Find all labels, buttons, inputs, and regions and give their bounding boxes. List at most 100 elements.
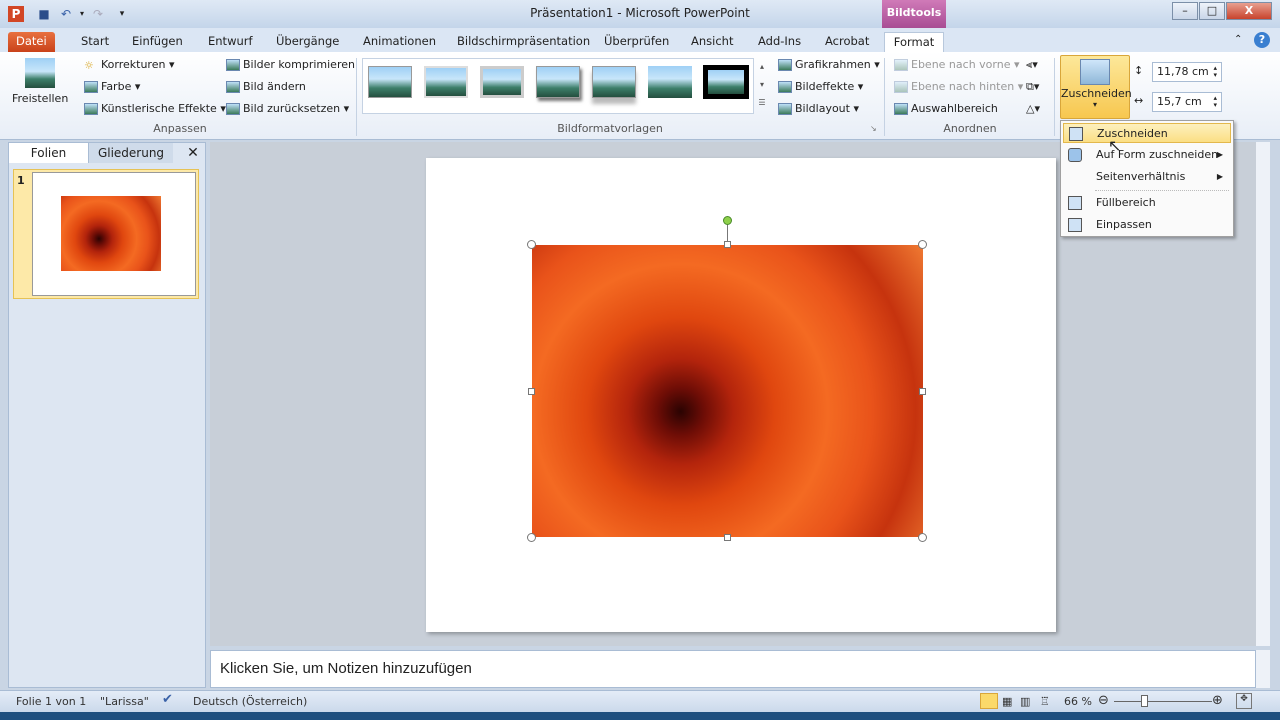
style-thumbnail[interactable]: [480, 66, 524, 98]
slide-counter: Folie 1 von 1: [16, 695, 87, 708]
grafikrahmen-button[interactable]: Grafikrahmen ▾: [778, 58, 880, 71]
fill-icon: [1068, 196, 1082, 210]
menu-item-label: Füllbereich: [1096, 196, 1156, 209]
zoom-in-icon[interactable]: ⊕: [1212, 693, 1223, 708]
artistic-effects-icon: [84, 103, 98, 115]
tab-folien[interactable]: Folien: [9, 143, 89, 163]
resize-handle[interactable]: [528, 388, 535, 395]
style-thumbnail[interactable]: [648, 66, 692, 98]
zoom-slider[interactable]: [1114, 701, 1212, 702]
bildlayout-button[interactable]: Bildlayout ▾: [778, 102, 859, 115]
zoom-level[interactable]: 66 %: [1064, 695, 1092, 708]
help-icon[interactable]: ?: [1254, 32, 1270, 48]
freistellen-button[interactable]: Freistellen: [12, 58, 68, 105]
style-thumbnail[interactable]: [536, 66, 580, 98]
slide-sorter-icon[interactable]: ▦: [1002, 695, 1012, 708]
farbe-button[interactable]: Farbe ▾: [84, 80, 140, 93]
menu-item-auf-form-zuschneiden[interactable]: Auf Form zuschneiden ▶: [1063, 145, 1231, 165]
rotation-handle[interactable]: [723, 216, 732, 225]
bild-zuruecksetzen-button[interactable]: Bild zurücksetzen ▾: [226, 102, 349, 115]
tab-einfuegen[interactable]: Einfügen: [124, 32, 191, 52]
auswahlbereich-button[interactable]: Auswahlbereich: [894, 102, 998, 115]
maximize-button[interactable]: □: [1199, 2, 1225, 20]
tab-animationen[interactable]: Animationen: [355, 32, 444, 52]
zoom-slider-thumb[interactable]: [1141, 695, 1149, 707]
gallery-scroll[interactable]: ▴ ▾ ☰: [756, 58, 768, 114]
dialog-launcher-icon[interactable]: ↘: [870, 124, 877, 133]
slide-number: 1: [17, 174, 25, 187]
zoom-out-icon[interactable]: ⊖: [1098, 693, 1109, 708]
farbe-label: Farbe ▾: [101, 80, 141, 93]
slideshow-icon[interactable]: ♖: [1040, 695, 1050, 708]
minimize-ribbon-icon[interactable]: ⌃: [1234, 34, 1242, 45]
spinner-icon[interactable]: ▴ ▾: [1213, 95, 1217, 109]
tab-acrobat[interactable]: Acrobat: [817, 32, 877, 52]
ebene-nach-hinten-button[interactable]: Ebene nach hinten ▾: [894, 80, 1023, 93]
bild-aendern-button[interactable]: Bild ändern: [226, 80, 306, 93]
zuschneiden-button[interactable]: Zuschneiden ▾: [1060, 55, 1132, 119]
menu-item-zuschneiden[interactable]: Zuschneiden: [1063, 123, 1231, 143]
tab-datei[interactable]: Datei: [8, 32, 55, 52]
kuenstlerische-effekte-label: Künstlerische Effekte ▾: [101, 102, 226, 115]
vertical-scrollbar[interactable]: [1256, 142, 1270, 646]
spellcheck-icon[interactable]: ✔: [162, 692, 173, 707]
tab-bildschirmpraesentation[interactable]: Bildschirmpräsentation: [449, 32, 598, 52]
resize-handle[interactable]: [724, 241, 731, 248]
align-icon[interactable]: ⫷▾: [1026, 58, 1038, 72]
close-button[interactable]: X: [1226, 2, 1272, 20]
menu-item-seitenverhaeltnis[interactable]: Seitenverhältnis ▶: [1063, 167, 1231, 187]
close-pane-icon[interactable]: ✕: [181, 143, 205, 163]
minimize-button[interactable]: –: [1172, 2, 1198, 20]
bilder-komprimieren-button[interactable]: Bilder komprimieren: [226, 58, 355, 71]
style-thumbnail[interactable]: [424, 66, 468, 98]
notes-input[interactable]: Klicken Sie, um Notizen hinzuzufügen: [210, 650, 1256, 688]
tab-entwurf[interactable]: Entwurf: [200, 32, 261, 52]
theme-name[interactable]: "Larissa": [100, 695, 149, 708]
tab-add-ins[interactable]: Add-Ins: [750, 32, 809, 52]
language[interactable]: Deutsch (Österreich): [193, 695, 307, 708]
resize-handle[interactable]: [527, 533, 536, 542]
crop-dropdown-menu: Zuschneiden Auf Form zuschneiden ▶ Seiten…: [1060, 120, 1234, 237]
reset-picture-icon: [226, 103, 240, 115]
reading-view-icon[interactable]: ▥: [1020, 695, 1030, 708]
flower-picture[interactable]: [532, 245, 923, 537]
bildeffekte-button[interactable]: Bildeffekte ▾: [778, 80, 863, 93]
tab-ueberpruefen[interactable]: Überprüfen: [596, 32, 677, 52]
send-backward-icon: [894, 81, 908, 93]
tab-format[interactable]: Format: [884, 32, 944, 52]
menu-item-einpassen[interactable]: Einpassen: [1063, 215, 1231, 235]
ebene-nach-vorne-button[interactable]: Ebene nach vorne ▾: [894, 58, 1020, 71]
style-thumbnail[interactable]: [368, 66, 412, 98]
height-input[interactable]: 11,78 cm ▴ ▾: [1152, 62, 1222, 82]
slide-thumbnail-1[interactable]: 1: [13, 169, 199, 299]
tab-uebergaenge[interactable]: Übergänge: [268, 32, 347, 52]
ebene-nach-vorne-label: Ebene nach vorne ▾: [911, 58, 1020, 71]
tab-ansicht[interactable]: Ansicht: [683, 32, 741, 52]
fit-to-window-icon[interactable]: ✥: [1236, 693, 1252, 709]
resize-handle[interactable]: [724, 534, 731, 541]
width-input[interactable]: 15,7 cm ▴ ▾: [1152, 92, 1222, 112]
submenu-arrow-icon: ▶: [1216, 172, 1223, 181]
resize-handle[interactable]: [918, 240, 927, 249]
window-frame: [0, 712, 1280, 720]
menu-item-label: Einpassen: [1096, 218, 1152, 231]
resize-handle[interactable]: [918, 533, 927, 542]
tab-start[interactable]: Start: [73, 32, 117, 52]
korrekturen-button[interactable]: ☼ Korrekturen ▾: [84, 58, 174, 72]
tab-gliederung[interactable]: Gliederung: [89, 143, 173, 163]
bild-zuruecksetzen-label: Bild zurücksetzen ▾: [243, 102, 350, 115]
spinner-icon[interactable]: ▴ ▾: [1213, 65, 1217, 79]
normal-view-icon[interactable]: [980, 693, 998, 709]
group-icon[interactable]: ⧉▾: [1026, 80, 1039, 94]
resize-handle[interactable]: [527, 240, 536, 249]
group-divider: [356, 58, 357, 136]
freistellen-label: Freistellen: [12, 92, 69, 105]
menu-item-fuellbereich[interactable]: Füllbereich: [1063, 193, 1231, 213]
resize-handle[interactable]: [919, 388, 926, 395]
bring-forward-icon: [894, 59, 908, 71]
rotate-icon[interactable]: △▾: [1026, 102, 1040, 115]
kuenstlerische-effekte-button[interactable]: Künstlerische Effekte ▾: [84, 102, 226, 115]
notes-scrollbar[interactable]: [1256, 650, 1270, 688]
style-thumbnail[interactable]: [592, 66, 636, 98]
style-thumbnail[interactable]: [703, 65, 749, 99]
